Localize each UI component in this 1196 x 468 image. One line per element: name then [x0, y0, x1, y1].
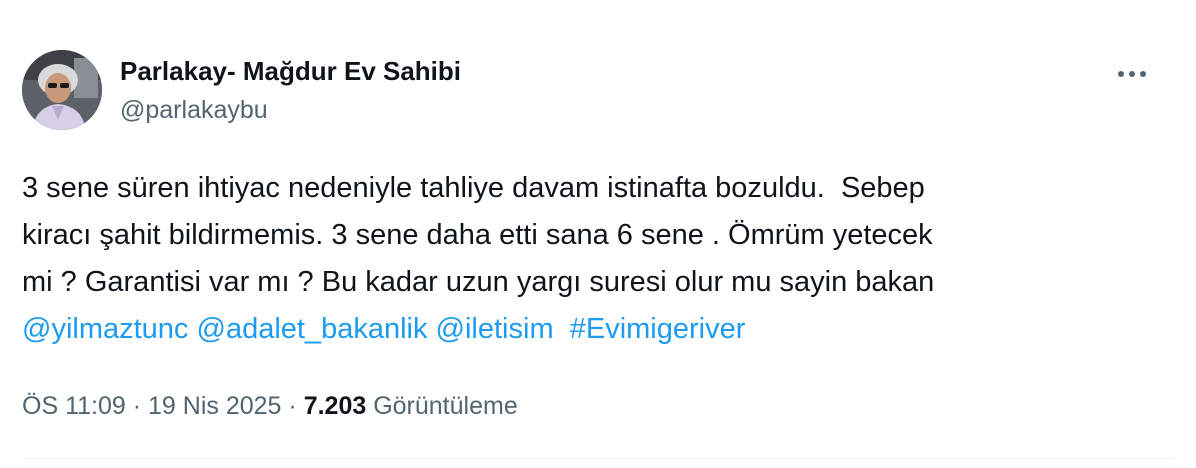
hashtag-link[interactable]: #Evimigeriver: [570, 313, 746, 345]
tweet-card: Parlakay- Mağdur Ev Sahibi @parlakaybu 3…: [0, 0, 1196, 468]
more-horizontal-icon: [1118, 71, 1146, 77]
tweet-text-line: kiracı şahit bildirmemis. 3 sene daha et…: [22, 219, 933, 251]
profile-photo-icon: [22, 50, 102, 130]
author-name[interactable]: Parlakay- Mağdur Ev Sahibi: [120, 55, 461, 87]
author-avatar[interactable]: [22, 50, 102, 130]
tweet-date[interactable]: 19 Nis 2025: [148, 392, 281, 420]
tweet-text-line: 3 sene süren ihtiyac nedeniyle tahliye d…: [22, 172, 925, 204]
tweet-time[interactable]: ÖS 11:09: [22, 392, 126, 420]
meta-separator: ·: [288, 392, 297, 420]
mention-link-iletisim[interactable]: @iletisim: [436, 313, 554, 345]
tweet-meta: ÖS 11:09 · 19 Nis 2025 · 7.203 Görüntüle…: [22, 388, 518, 424]
mention-link-yilmaztunc[interactable]: @yilmaztunc: [22, 313, 188, 345]
tweet-tags-line: @yilmaztunc @adalet_bakanlik @iletisim #…: [22, 306, 1172, 353]
tweet-text: 3 sene süren ihtiyac nedeniyle tahliye d…: [22, 165, 1172, 353]
author-handle[interactable]: @parlakaybu: [120, 94, 268, 126]
tweet-text-line: mi ? Garantisi var mı ? Bu kadar uzun ya…: [22, 266, 935, 298]
views-count[interactable]: 7.203: [304, 392, 367, 420]
views-label[interactable]: Görüntüleme: [373, 392, 518, 420]
mention-link-adalet-bakanlik[interactable]: @adalet_bakanlik: [197, 313, 428, 345]
meta-separator: ·: [132, 392, 142, 420]
divider: [22, 458, 1174, 459]
more-options-button[interactable]: [1112, 56, 1152, 92]
